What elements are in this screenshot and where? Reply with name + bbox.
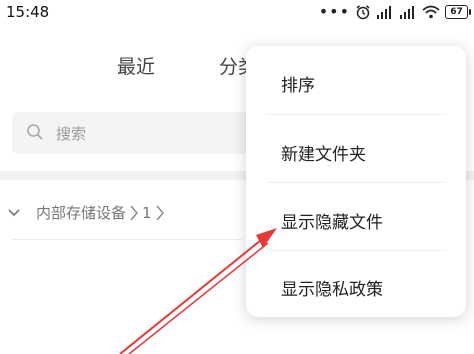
overflow-menu: 排序 新建文件夹 显示隐藏文件 显示隐私政策: [246, 46, 466, 317]
menu-item-new-folder[interactable]: 新建文件夹: [281, 140, 366, 165]
breadcrumb-path: 内部存储设备 1: [36, 202, 165, 223]
more-dots-icon: •••: [318, 2, 350, 21]
menu-divider: [266, 114, 446, 115]
list-divider: [12, 239, 242, 240]
menu-item-show-privacy-policy[interactable]: 显示隐私政策: [281, 275, 383, 300]
chevron-right-icon: [156, 205, 164, 220]
status-bar: 15:48 ••• 67: [0, 0, 474, 26]
menu-divider: [266, 182, 446, 183]
battery-icon: 67: [445, 5, 471, 19]
chevron-right-icon: [130, 205, 138, 220]
menu-item-show-hidden-files[interactable]: 显示隐藏文件: [281, 208, 383, 233]
status-icons: ••• 67: [318, 2, 471, 21]
breadcrumb: 内部存储设备 1: [8, 202, 165, 223]
tab-recent[interactable]: 最近: [117, 52, 155, 79]
menu-divider: [266, 250, 446, 251]
menu-item-sort[interactable]: 排序: [281, 71, 315, 96]
status-time: 15:48: [6, 3, 50, 21]
signal-icon: [400, 6, 414, 19]
search-placeholder: 搜索: [56, 125, 87, 143]
wifi-icon: [422, 5, 440, 19]
breadcrumb-storage[interactable]: 内部存储设备: [36, 202, 126, 223]
breadcrumb-folder[interactable]: 1: [142, 204, 152, 222]
signal-icon: [377, 6, 391, 19]
alarm-icon: [356, 5, 370, 20]
chevron-down-icon[interactable]: [8, 208, 20, 218]
search-icon: [27, 124, 43, 140]
